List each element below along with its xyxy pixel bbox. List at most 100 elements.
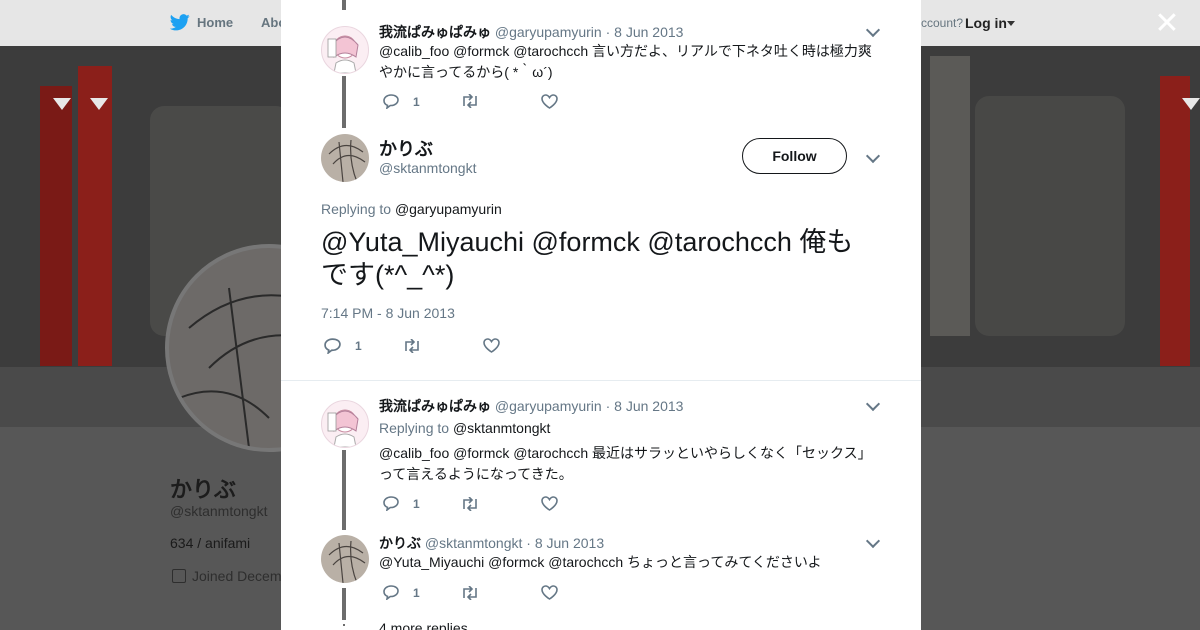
profile-bio: 634 / anifami	[170, 535, 251, 551]
main-tweet-timestamp[interactable]: 7:14 PM - 8 Jun 2013	[321, 305, 455, 321]
like-button[interactable]	[541, 585, 558, 600]
tweet-author-name[interactable]: 我流ぱみゅぱみゅ	[379, 398, 491, 414]
calendar-icon	[172, 569, 186, 583]
sketch-face-avatar-icon	[328, 139, 366, 182]
shrine-pillar-right	[1160, 76, 1190, 366]
retweet-icon	[463, 94, 477, 108]
have-account-text: ccount?	[921, 16, 964, 30]
tweet-text: @calib_foo @formck @tarochcch 言い方だよ、リアルで…	[379, 41, 872, 83]
heart-icon	[541, 94, 558, 109]
follow-button[interactable]: Follow	[742, 138, 847, 174]
reply-count: 1	[413, 496, 420, 511]
shrine-pillar-left-2	[78, 66, 112, 366]
lantern-decoration	[90, 98, 108, 110]
tweet-menu-chevron-icon[interactable]	[865, 148, 881, 164]
thread-line	[342, 76, 346, 128]
tweet-author-handle[interactable]: @sktanmtongkt	[425, 535, 522, 551]
thread-line	[342, 0, 346, 10]
anime-girl-avatar-icon	[327, 35, 359, 73]
thread-dot	[343, 624, 345, 626]
like-button[interactable]	[541, 496, 558, 511]
tweet-text-line: @Yuta_Miyauchi @formck @tarochcch ちょっと言っ…	[379, 554, 822, 570]
tweet-author-name[interactable]: 我流ぱみゅぱみゅ	[379, 24, 491, 40]
like-button[interactable]	[483, 338, 500, 353]
tweet-header: 我流ぱみゅぱみゅ @garyupamyurin · 8 Jun 2013	[379, 396, 683, 416]
main-tweet-text-line: @Yuta_Miyauchi @formck @tarochcch 俺も	[321, 227, 854, 257]
tweet-text: @Yuta_Miyauchi @formck @tarochcch ちょっと言っ…	[379, 552, 822, 573]
main-tweet-avatar[interactable]	[321, 134, 369, 182]
login-caret-icon[interactable]	[1007, 21, 1015, 26]
tweet-date[interactable]: · 8 Jun 2013	[606, 398, 684, 414]
heart-icon	[541, 496, 558, 511]
tweet-avatar[interactable]	[321, 400, 369, 448]
lantern-decoration	[53, 98, 71, 110]
reply-button[interactable]: 1	[383, 496, 420, 511]
tweet-menu-chevron-icon[interactable]	[865, 533, 881, 549]
retweet-icon	[463, 586, 477, 600]
reply-button[interactable]: 1	[383, 94, 420, 109]
main-tweet-text: @Yuta_Miyauchi @formck @tarochcch 俺も です(…	[321, 226, 853, 292]
retweet-button[interactable]	[402, 339, 422, 353]
shrine-pillar-left	[40, 86, 72, 366]
thread-line	[342, 450, 346, 530]
tweet-author-name[interactable]: かりぶ	[379, 535, 421, 551]
tweet-date[interactable]: · 8 Jun 2013	[606, 24, 684, 40]
lantern-decoration	[1182, 98, 1200, 110]
tweet-author-handle[interactable]: @garyupamyurin	[495, 24, 602, 40]
stone-post	[930, 56, 970, 336]
tweet-text-line: って言えるようになってきた。	[379, 466, 573, 482]
retweet-button[interactable]	[460, 94, 480, 108]
reply-icon	[383, 585, 399, 600]
reply-count: 1	[355, 339, 362, 353]
nav-home-link[interactable]: Home	[197, 15, 233, 30]
reply-count: 1	[413, 94, 420, 109]
sketch-face-avatar-icon	[328, 540, 366, 583]
tweet-header: かりぶ @sktanmtongkt · 8 Jun 2013	[379, 533, 604, 553]
close-icon[interactable]: ✕	[1154, 9, 1180, 39]
tweet-text-line: やかに言ってるから( *｀ω´)	[379, 64, 553, 80]
main-tweet-author-handle[interactable]: @sktanmtongkt	[379, 160, 476, 176]
retweet-button[interactable]	[460, 586, 480, 600]
reply-button[interactable]: 1	[324, 338, 362, 354]
replying-to-handle[interactable]: @sktanmtongkt	[453, 420, 550, 436]
tweet-text-line: @calib_foo @formck @tarochcch 言い方だよ、リアルで…	[379, 43, 872, 59]
tweet-text: @calib_foo @formck @tarochcch 最近はサラッといやら…	[379, 443, 872, 485]
anime-girl-avatar-icon	[327, 409, 359, 447]
replying-to-label: Replying to	[321, 201, 392, 217]
komainu-statue-right	[975, 96, 1125, 336]
login-link[interactable]: Log in	[965, 15, 1007, 31]
tweet-menu-chevron-icon[interactable]	[865, 22, 881, 38]
tweet-author-handle[interactable]: @garyupamyurin	[495, 398, 602, 414]
tweet-avatar[interactable]	[321, 535, 369, 583]
more-replies-link[interactable]: 4 more replies	[379, 620, 468, 630]
reply-icon	[383, 94, 399, 109]
tweet-permalink-modal: 我流ぱみゅぱみゅ @garyupamyurin · 8 Jun 2013 @ca…	[281, 0, 921, 630]
reply-icon	[324, 338, 341, 354]
heart-icon	[483, 338, 500, 353]
main-tweet-author-name[interactable]: かりぶ	[379, 135, 433, 161]
reply-button[interactable]: 1	[383, 585, 420, 600]
retweet-button[interactable]	[460, 497, 480, 511]
reply-count: 1	[413, 585, 420, 600]
main-tweet-text-line: です(*^_^*)	[321, 260, 455, 290]
profile-handle[interactable]: @sktanmtongkt	[170, 503, 267, 519]
tweet-text-line: @calib_foo @formck @tarochcch 最近はサラッといやら…	[379, 445, 872, 461]
replying-to-handle[interactable]: @garyupamyurin	[395, 201, 502, 217]
thread-line	[342, 588, 346, 620]
retweet-icon	[463, 497, 477, 511]
tweet-menu-chevron-icon[interactable]	[865, 396, 881, 412]
tweet-date[interactable]: · 8 Jun 2013	[526, 535, 604, 551]
profile-name: かりぶ	[170, 477, 237, 502]
replying-to-label: Replying to	[379, 420, 450, 436]
profile-joined: Joined Decem	[172, 568, 282, 584]
joined-text: Joined Decem	[192, 568, 282, 584]
retweet-icon	[405, 339, 419, 353]
replying-to: Replying to @sktanmtongkt	[379, 420, 550, 436]
reply-icon	[383, 496, 399, 511]
tweet-header: 我流ぱみゅぱみゅ @garyupamyurin · 8 Jun 2013	[379, 22, 683, 42]
tweet-avatar[interactable]	[321, 26, 369, 74]
twitter-bird-icon[interactable]	[169, 14, 190, 36]
heart-icon	[541, 585, 558, 600]
like-button[interactable]	[541, 94, 558, 109]
replying-to: Replying to @garyupamyurin	[321, 201, 502, 217]
